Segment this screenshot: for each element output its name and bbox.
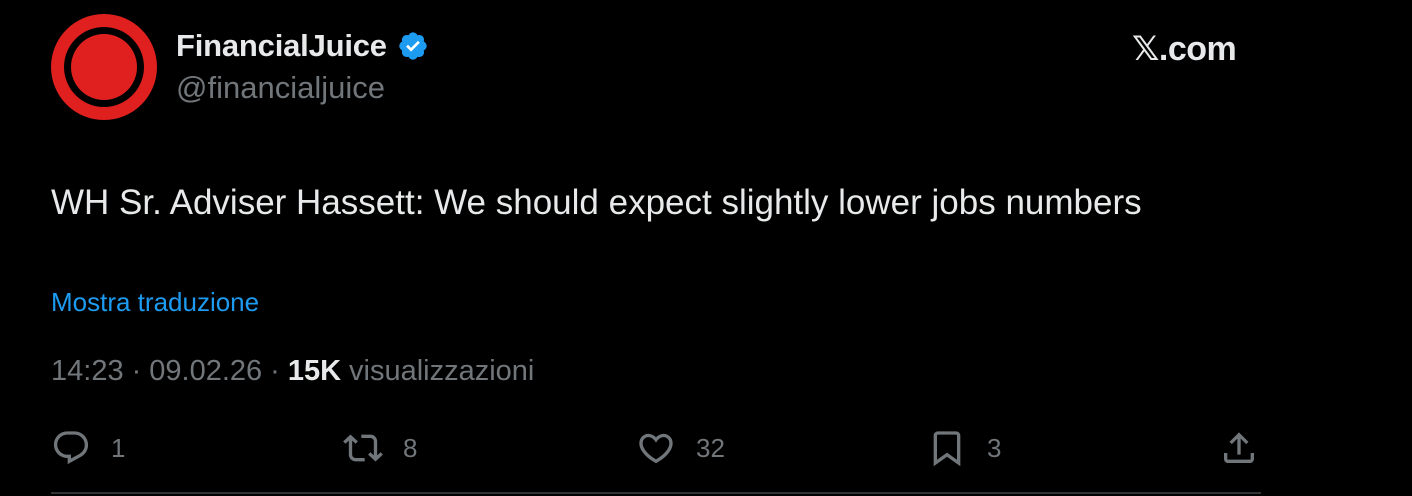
display-name[interactable]: FinancialJuice bbox=[176, 28, 387, 64]
avatar[interactable] bbox=[51, 14, 157, 120]
bookmark-icon bbox=[933, 431, 961, 467]
tweet-date[interactable]: 09.02.26 bbox=[149, 355, 262, 388]
share-icon bbox=[1224, 432, 1254, 463]
like-button[interactable]: 32 bbox=[636, 428, 725, 468]
verified-badge-icon bbox=[399, 32, 427, 60]
translate-link[interactable]: Mostra traduzione bbox=[51, 287, 259, 318]
repost-icon bbox=[343, 434, 383, 462]
avatar-logo-icon bbox=[51, 14, 157, 120]
reply-icon bbox=[53, 431, 89, 465]
tweet-time[interactable]: 14:23 bbox=[51, 355, 124, 388]
bookmark-count: 3 bbox=[987, 432, 1002, 463]
reply-button[interactable]: 1 bbox=[51, 428, 125, 468]
repost-count: 8 bbox=[403, 432, 418, 463]
x-logo-icon: 𝕏 bbox=[1132, 29, 1159, 69]
author-handle[interactable]: @financialjuice bbox=[176, 70, 385, 106]
bookmark-button[interactable]: 3 bbox=[927, 428, 1001, 468]
site-domain: .com bbox=[1158, 30, 1237, 68]
reply-count: 1 bbox=[111, 432, 126, 463]
divider bbox=[51, 492, 1261, 494]
author-name-row: FinancialJuice bbox=[176, 27, 429, 65]
like-count: 32 bbox=[696, 432, 725, 463]
share-button[interactable] bbox=[1219, 428, 1259, 468]
tweet-meta: 14:23 · 09.02.26 · 15K visualizzazioni bbox=[51, 355, 534, 388]
meta-separator: · bbox=[131, 355, 142, 387]
tweet-text: WH Sr. Adviser Hassett: We should expect… bbox=[51, 183, 1142, 222]
site-name: 𝕏.com bbox=[1132, 29, 1237, 69]
meta-separator: · bbox=[270, 355, 280, 387]
views-count: 15K bbox=[287, 355, 342, 387]
heart-icon bbox=[639, 433, 673, 464]
repost-button[interactable]: 8 bbox=[343, 428, 417, 468]
views-label: visualizzazioni bbox=[349, 355, 535, 387]
